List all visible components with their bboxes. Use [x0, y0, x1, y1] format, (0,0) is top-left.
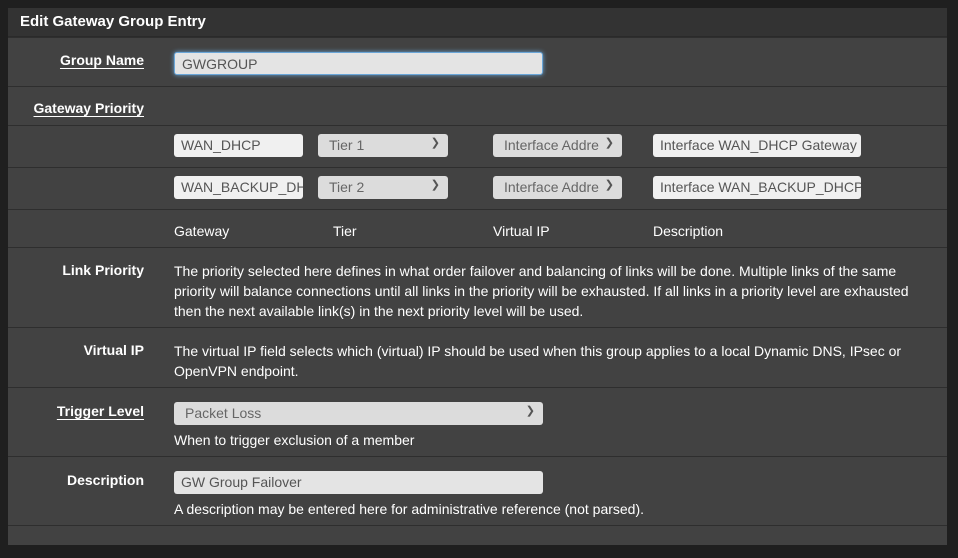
tier-value: Tier 2 [329, 179, 365, 195]
column-header-virtual-ip: Virtual IP [493, 223, 550, 239]
chevron-down-icon: ❯ [604, 179, 614, 191]
virtual-ip-value: Interface Addre [504, 137, 599, 153]
link-priority-label: Link Priority [62, 262, 144, 278]
tier-value: Tier 1 [329, 137, 365, 153]
description-label: Description [66, 472, 144, 488]
trigger-level-row: Trigger Level Packet Loss ❯ When to trigg… [8, 387, 947, 456]
column-header-tier: Tier [333, 223, 357, 239]
column-headers-row: Gateway Tier Virtual IP Description [8, 209, 947, 247]
gateway-description-field[interactable]: Interface WAN_BACKUP_DHCP [653, 176, 861, 199]
gateway-row: WAN_DHCP Tier 1 ❯ Interface Addre ❯ Interf… [8, 125, 947, 167]
column-header-gateway: Gateway [174, 223, 230, 239]
column-header-description: Description [653, 223, 724, 239]
group-name-input[interactable]: GWGROUP [174, 52, 543, 75]
scrollbar[interactable] [947, 0, 958, 558]
panel-title: Edit Gateway Group Entry [8, 8, 947, 37]
virtual-ip-text: The virtual IP field selects which (virt… [174, 343, 902, 379]
link-priority-text: The priority selected here defines in wh… [174, 263, 909, 319]
description-input[interactable]: GW Group Failover [174, 471, 543, 494]
gateway-priority-row: Gateway Priority [8, 86, 947, 125]
group-name-row: Group Name GWGROUP [8, 37, 947, 86]
chevron-down-icon: ❯ [430, 179, 440, 191]
trigger-level-select[interactable]: Packet Loss ❯ [174, 402, 543, 425]
description-help: A description may be entered here for ad… [174, 501, 645, 517]
chevron-down-icon: ❯ [525, 405, 535, 417]
description-row: Description GW Group Failover A descript… [8, 456, 947, 525]
link-priority-row: Link Priority The priority selected here… [8, 247, 947, 327]
gateway-name-field[interactable]: WAN_DHCP [174, 134, 303, 157]
trigger-level-label: Trigger Level [56, 403, 144, 419]
virtual-ip-label: Virtual IP [83, 342, 144, 358]
virtual-ip-value: Interface Addre [504, 179, 599, 195]
virtual-ip-row: Virtual IP The virtual IP field selects … [8, 327, 947, 387]
tier-select[interactable]: Tier 1 ❯ [318, 134, 448, 157]
chevron-down-icon: ❯ [604, 137, 614, 149]
gateway-priority-label: Gateway Priority [33, 100, 145, 116]
chevron-down-icon: ❯ [430, 137, 440, 149]
trigger-level-help: When to trigger exclusion of a member [174, 432, 415, 448]
gateway-description-field[interactable]: Interface WAN_DHCP Gateway [653, 134, 861, 157]
trigger-level-value: Packet Loss [185, 405, 262, 421]
virtual-ip-select[interactable]: Interface Addre ❯ [493, 134, 622, 157]
virtual-ip-select[interactable]: Interface Addre ❯ [493, 176, 622, 199]
edit-gateway-group-panel: Edit Gateway Group Entry Group Name GWGR… [8, 8, 947, 545]
group-name-label: Group Name [59, 52, 144, 68]
gateway-row: WAN_BACKUP_DH Tier 2 ❯ Interface Addre ❯ I… [8, 167, 947, 209]
gateway-name-field[interactable]: WAN_BACKUP_DH [174, 176, 303, 199]
tier-select[interactable]: Tier 2 ❯ [318, 176, 448, 199]
panel-footer [8, 525, 947, 545]
